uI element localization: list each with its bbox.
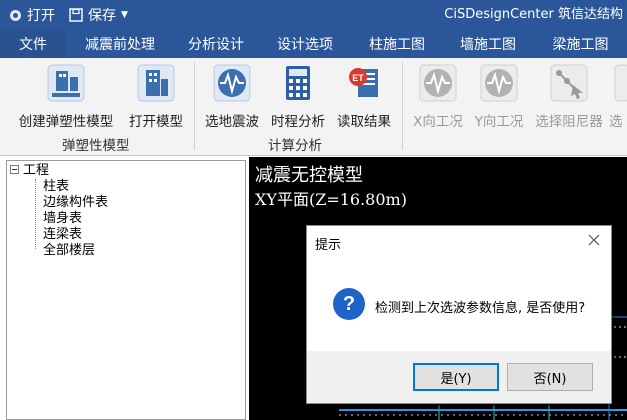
x-case-button[interactable]: X向工况 bbox=[408, 62, 468, 134]
y-case-icon bbox=[478, 62, 520, 104]
save-icon bbox=[69, 8, 83, 22]
tree-node-all-floors[interactable]: 全部楼层 bbox=[43, 243, 95, 259]
menu-beam-drawing[interactable]: 梁施工图 bbox=[534, 30, 627, 58]
tree-node-wall-table[interactable]: 墙身表 bbox=[43, 211, 82, 227]
menu-column-drawing[interactable]: 柱施工图 bbox=[352, 30, 442, 58]
group-label-calc-analysis: 计算分析 bbox=[268, 138, 322, 154]
ribbon-separator bbox=[194, 62, 195, 150]
menu-bar: 文件 减震前处理 分析设计 设计选项 柱施工图 墙施工图 梁施工图 bbox=[0, 30, 627, 58]
dialog-footer: 是(Y) 否(N) bbox=[307, 351, 611, 403]
y-case-label: Y向工况 bbox=[474, 114, 524, 130]
tree-node-column-table[interactable]: 柱表 bbox=[43, 179, 69, 195]
ribbon: 创建弹塑性模型 打开模型 弹塑性模型 选地震波 时程分析 ET 读取结果 计算分… bbox=[0, 58, 627, 156]
tree-connector bbox=[35, 179, 36, 249]
seismic-wave-icon bbox=[211, 62, 253, 104]
cut-off-icon bbox=[609, 62, 627, 104]
open-model-button[interactable]: 打开模型 bbox=[126, 62, 186, 134]
tree-node-link-beam-table[interactable]: 连梁表 bbox=[43, 227, 82, 243]
cut-off-ribbon-button[interactable]: 选 bbox=[609, 62, 627, 134]
read-results-label: 读取结果 bbox=[337, 114, 391, 130]
select-damper-button[interactable]: 选择阻尼器 bbox=[530, 62, 608, 134]
menu-wall-drawing[interactable]: 墙施工图 bbox=[442, 30, 534, 58]
prompt-dialog: 提示 ? 检测到上次选波参数信息, 是否使用? 是(Y) 否(N) bbox=[306, 225, 612, 404]
question-icon: ? bbox=[333, 288, 365, 320]
create-plastic-model-button[interactable]: 创建弹塑性模型 bbox=[14, 62, 118, 134]
open-button[interactable]: 打开 bbox=[8, 5, 55, 25]
svg-text:ET: ET bbox=[352, 73, 364, 83]
app-title: CiSDesignCenter 筑信达结构 bbox=[444, 7, 623, 22]
select-seismic-wave-button[interactable]: 选地震波 bbox=[200, 62, 264, 134]
open-model-icon bbox=[135, 62, 177, 104]
menu-damping-preprocess[interactable]: 减震前处理 bbox=[66, 30, 174, 58]
create-plastic-model-label: 创建弹塑性模型 bbox=[18, 114, 114, 130]
time-history-analysis-label: 时程分析 bbox=[271, 114, 325, 130]
dialog-message: 检测到上次选波参数信息, 是否使用? bbox=[375, 301, 586, 316]
x-case-icon bbox=[417, 62, 459, 104]
no-button[interactable]: 否(N) bbox=[507, 363, 593, 391]
tree-node-edge-member-table[interactable]: 边缘构件表 bbox=[43, 195, 108, 211]
save-label: 保存 bbox=[88, 8, 116, 24]
select-damper-icon bbox=[548, 62, 590, 104]
x-case-label: X向工况 bbox=[413, 114, 463, 130]
tree-collapse-toggle[interactable] bbox=[10, 165, 19, 174]
menu-analysis-design[interactable]: 分析设计 bbox=[174, 30, 258, 58]
calculator-icon bbox=[277, 62, 319, 104]
ribbon-separator bbox=[402, 62, 403, 150]
close-icon[interactable] bbox=[587, 233, 601, 247]
read-results-button[interactable]: ET 读取结果 bbox=[332, 62, 396, 134]
read-results-icon: ET bbox=[343, 62, 385, 104]
select-seismic-wave-label: 选地震波 bbox=[205, 114, 259, 130]
title-bar: 打开 保存 ▼ CiSDesignCenter 筑信达结构 bbox=[0, 0, 627, 30]
y-case-button[interactable]: Y向工况 bbox=[470, 62, 528, 134]
project-tree: 工程 柱表 边缘构件表 墙身表 连梁表 全部楼层 bbox=[6, 160, 246, 420]
menu-design-options[interactable]: 设计选项 bbox=[258, 30, 352, 58]
group-label-plastic-model: 弹塑性模型 bbox=[62, 138, 130, 154]
create-model-icon bbox=[45, 62, 87, 104]
dropdown-arrow-icon[interactable]: ▼ bbox=[121, 10, 128, 20]
menu-file[interactable]: 文件 bbox=[0, 30, 66, 58]
tree-node-root[interactable]: 工程 bbox=[23, 163, 49, 179]
cut-off-label: 选 bbox=[609, 114, 623, 130]
time-history-analysis-button[interactable]: 时程分析 bbox=[268, 62, 328, 134]
open-label: 打开 bbox=[27, 8, 55, 24]
select-damper-label: 选择阻尼器 bbox=[535, 114, 603, 130]
open-icon bbox=[8, 8, 22, 22]
dialog-body: ? 检测到上次选波参数信息, 是否使用? bbox=[307, 259, 611, 351]
yes-button[interactable]: 是(Y) bbox=[413, 363, 499, 391]
save-button[interactable]: 保存 ▼ bbox=[69, 5, 128, 25]
open-model-label: 打开模型 bbox=[129, 114, 183, 130]
dialog-title: 提示 bbox=[315, 238, 342, 253]
